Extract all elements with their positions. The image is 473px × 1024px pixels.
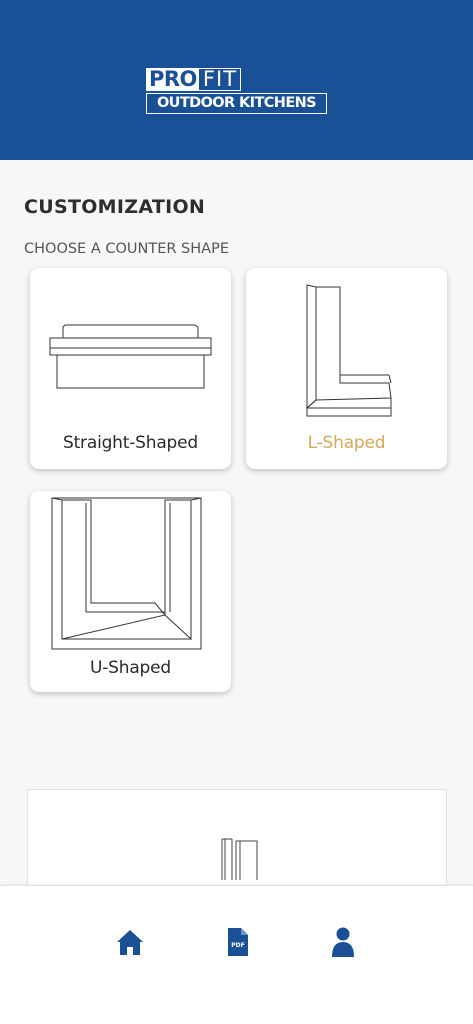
nav-home-button[interactable]	[115, 926, 145, 958]
shape-label-l: L-Shaped	[307, 433, 386, 453]
logo-wordmark: PRO FIT	[146, 68, 242, 91]
bottom-navigation: PDF	[0, 885, 473, 1024]
profit-logo: PRO FIT OUTDOOR KITCHENS	[146, 68, 327, 114]
pdf-icon-label: PDF	[231, 942, 244, 949]
shape-card-l[interactable]: L-Shaped	[246, 268, 447, 469]
nav-profile-button[interactable]	[328, 926, 358, 958]
shape-label-u: U-Shaped	[89, 658, 171, 678]
u-counter-icon	[51, 497, 202, 650]
l-counter-icon	[306, 284, 392, 417]
shape-card-straight[interactable]: Straight-Shaped	[30, 268, 231, 469]
page-title: CUSTOMIZATION	[24, 196, 206, 218]
app-header: PRO FIT OUTDOOR KITCHENS	[0, 0, 473, 160]
home-icon	[117, 930, 143, 955]
logo-tagline: OUTDOOR KITCHENS	[146, 93, 327, 114]
shape-card-u[interactable]: U-Shaped	[30, 491, 231, 692]
profile-icon	[332, 927, 354, 957]
nav-pdf-button[interactable]: PDF	[222, 926, 252, 958]
pdf-icon: PDF	[228, 928, 248, 956]
logo-pro-text: PRO	[146, 68, 199, 91]
shape-label-straight: Straight-Shaped	[63, 433, 198, 453]
straight-counter-icon	[49, 324, 212, 389]
section-subtitle: CHOOSE A COUNTER SHAPE	[24, 241, 229, 257]
counter-preview-drawing	[221, 838, 258, 880]
logo-fit-text: FIT	[198, 68, 242, 91]
